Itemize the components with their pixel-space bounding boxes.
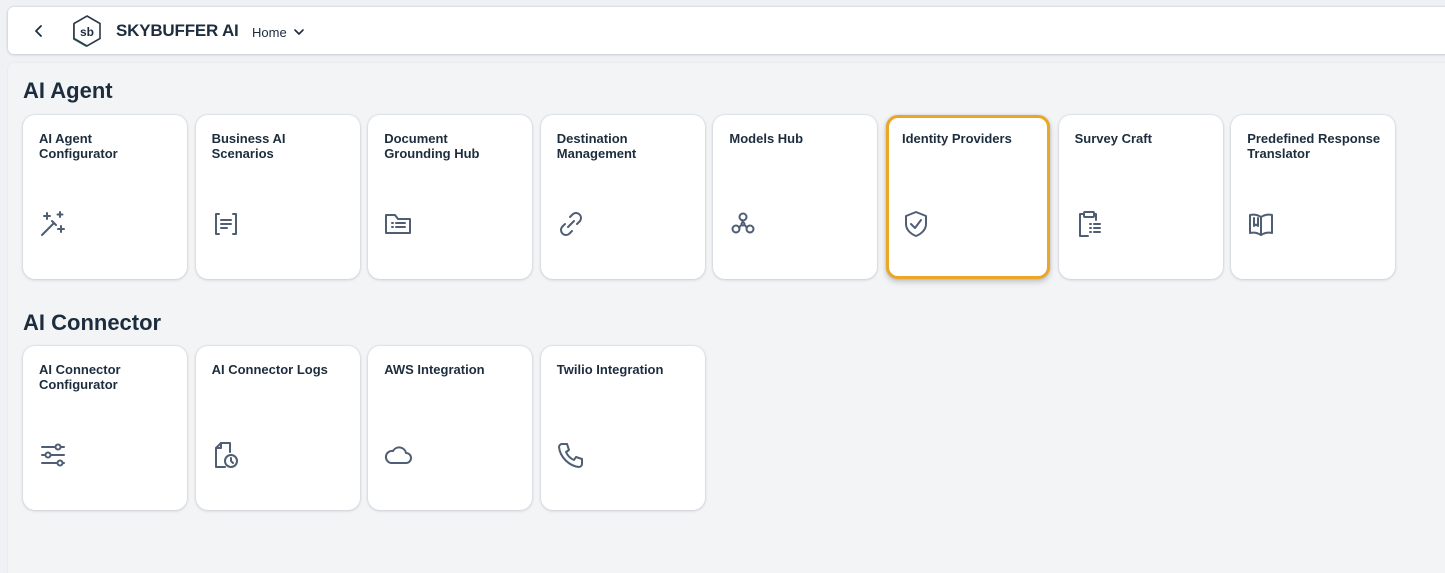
- shield-check-icon: [901, 209, 931, 239]
- chevron-down-icon: [293, 29, 304, 35]
- document-bracket-icon: [211, 209, 241, 239]
- tile-predefined-response-translator[interactable]: Predefined Response Translator: [1231, 115, 1396, 279]
- clipboard-list-icon: [1074, 209, 1104, 239]
- tile-destination-management[interactable]: Destination Management: [540, 115, 705, 279]
- cloud-icon: [383, 440, 413, 470]
- tile-aws-integration[interactable]: AWS Integration: [368, 346, 533, 510]
- nav-menu-label: Home: [252, 24, 287, 40]
- tile-ai-connector-configurator[interactable]: AI Connector Configurator: [23, 346, 187, 510]
- log-clock-icon: [211, 440, 241, 470]
- svg-text:sb: sb: [80, 25, 94, 39]
- tile-title: AWS Integration: [384, 362, 485, 377]
- tile-title: Document Grounding Hub: [384, 131, 480, 161]
- link-icon: [556, 209, 586, 239]
- back-button[interactable]: [28, 19, 50, 43]
- network-nodes-icon: [728, 209, 758, 239]
- tile-ai-connector-logs[interactable]: AI Connector Logs: [195, 346, 360, 510]
- navigation-menu[interactable]: Home: [252, 22, 305, 42]
- sliders-icon: [38, 440, 68, 470]
- brand-name: SKYBUFFER AI: [116, 21, 239, 40]
- tile-twilio-integration[interactable]: Twilio Integration: [540, 346, 705, 510]
- tile-title: Survey Craft: [1074, 131, 1152, 146]
- phone-icon: [556, 440, 586, 470]
- tile-models-hub[interactable]: Models Hub: [713, 115, 878, 279]
- open-book-icon: [1246, 209, 1276, 239]
- tile-title: Models Hub: [729, 131, 804, 146]
- tile-title: Predefined Response Translator: [1247, 131, 1381, 161]
- shell-bar: sb SKYBUFFER AI Home: [8, 7, 1445, 54]
- chevron-left-icon: [35, 25, 42, 37]
- skybuffer-logo[interactable]: sb: [68, 14, 104, 50]
- tile-title: AI Connector Logs: [211, 362, 328, 377]
- tile-survey-craft[interactable]: Survey Craft: [1058, 115, 1223, 279]
- tile-title: Twilio Integration: [556, 362, 664, 377]
- tile-identity-providers[interactable]: Identity Providers: [886, 115, 1050, 279]
- tile-title: AI Agent Configurator: [39, 131, 118, 161]
- tile-title: AI Connector Configurator: [39, 362, 121, 392]
- tile-business-ai-scenarios[interactable]: Business AI Scenarios: [195, 115, 360, 279]
- tile-document-grounding-hub[interactable]: Document Grounding Hub: [368, 115, 533, 279]
- tile-ai-agent-configurator[interactable]: AI Agent Configurator: [23, 115, 187, 279]
- tile-title: Identity Providers: [902, 131, 1012, 146]
- section-title-ai-connector: AI Connector: [23, 310, 162, 335]
- section-title-ai-agent: AI Agent: [23, 78, 113, 103]
- tile-title: Destination Management: [556, 131, 637, 161]
- magic-wand-icon: [38, 209, 68, 239]
- tile-title: Business AI Scenarios: [211, 131, 286, 161]
- folder-list-icon: [383, 209, 413, 239]
